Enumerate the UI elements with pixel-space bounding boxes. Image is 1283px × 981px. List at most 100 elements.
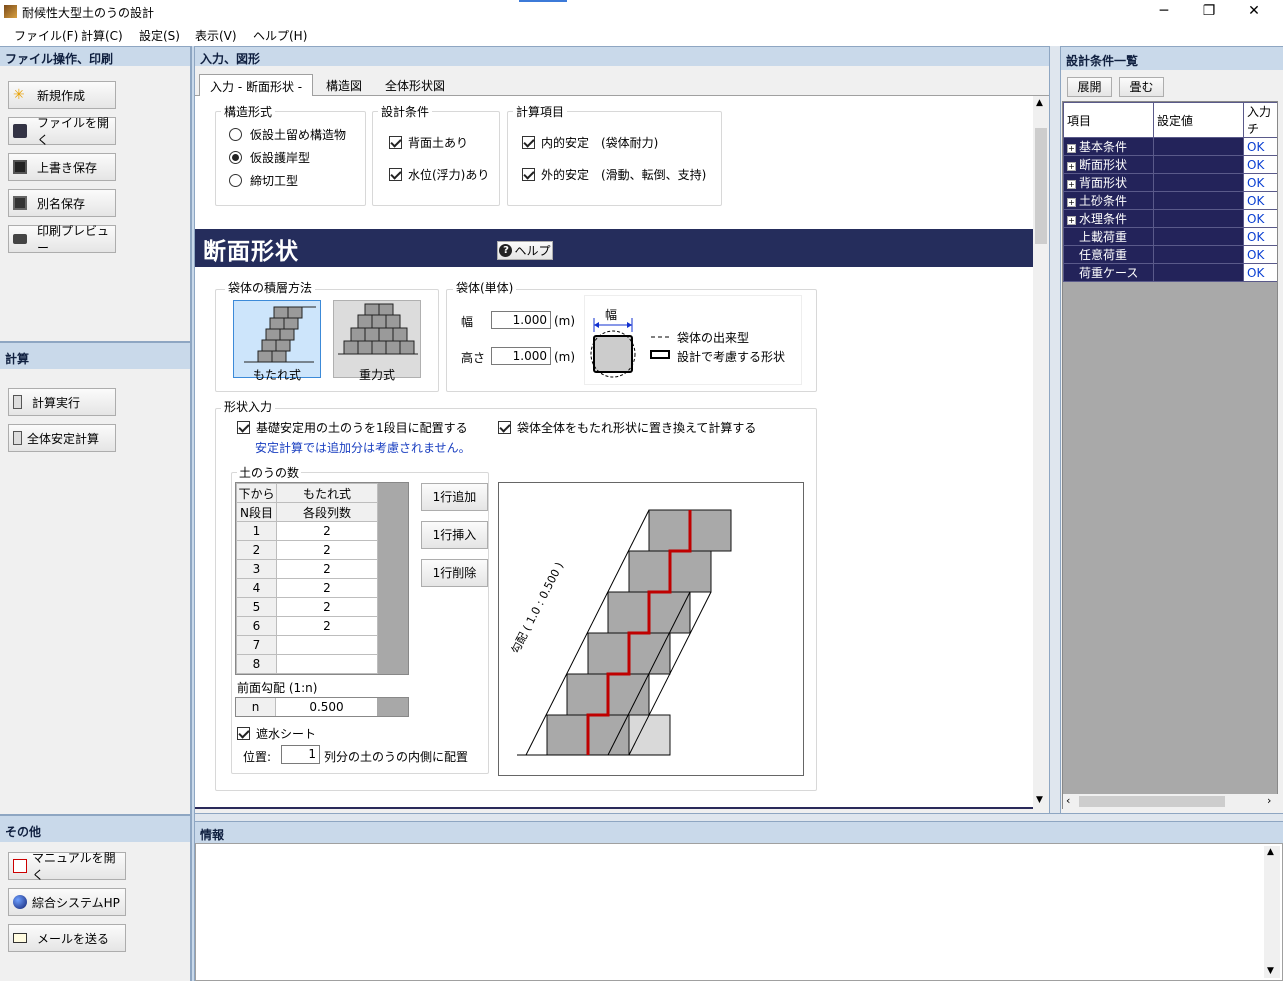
row-count-cell[interactable]: 2 <box>276 521 378 541</box>
scroll-down-icon[interactable]: ▼ <box>1267 966 1274 976</box>
backfill-checkbox[interactable]: 背面土あり <box>389 134 468 151</box>
tree-row-label: 上載荷重 <box>1063 227 1154 246</box>
row-count-cell[interactable]: 2 <box>276 540 378 560</box>
right-hscrollbar[interactable]: ‹ › <box>1063 794 1278 809</box>
tree-row-label: 断面形状 <box>1079 158 1128 172</box>
radio-temp-retaining[interactable]: 仮設土留め構造物 <box>229 126 346 143</box>
tab-overall-shape[interactable]: 全体形状図 <box>375 74 455 95</box>
save-button[interactable]: 上書き保存 <box>8 153 116 181</box>
tree-row[interactable]: + 水理条件 OK <box>1063 209 1277 228</box>
collapse-button[interactable]: 畳む <box>1119 77 1164 97</box>
homepage-button[interactable]: 綜合システムHP <box>8 888 126 916</box>
foundation-note: 安定計算では追加分は考慮されません。 <box>255 441 471 455</box>
checkbox-label: 内的安定 (袋体耐力) <box>541 136 659 150</box>
leaning-stack-icon <box>244 306 316 363</box>
scroll-right-icon[interactable]: › <box>1267 794 1271 807</box>
tree-row-status: OK <box>1243 263 1277 282</box>
leaning-option[interactable]: もたれ式 <box>233 300 321 382</box>
position-input[interactable]: 1 <box>281 745 320 764</box>
tree-expand-icon[interactable]: + <box>1067 198 1076 207</box>
center-scrollbar[interactable]: ▲ ▼ <box>1033 96 1049 809</box>
row-count-cell[interactable]: 2 <box>276 578 378 598</box>
col-check-header: 入力チ <box>1243 102 1277 138</box>
tree-expand-icon[interactable]: + <box>1067 162 1076 171</box>
help-button[interactable]: ? ヘルプ <box>497 241 553 260</box>
external-stability-checkbox[interactable]: 外的安定 (滑動、転倒、支持) <box>522 166 706 183</box>
row-count-cell[interactable]: 2 <box>276 597 378 617</box>
n-input[interactable]: 0.500 <box>276 698 377 716</box>
row-index: 8 <box>236 654 277 674</box>
print-preview-button[interactable]: 印刷プレビュー <box>8 224 116 255</box>
tab-structure-diagram[interactable]: 構造図 <box>316 74 372 95</box>
tree-row[interactable]: + 土砂条件 OK <box>1063 191 1277 210</box>
water-level-checkbox[interactable]: 水位(浮力)あり <box>389 166 489 183</box>
menu-view[interactable]: 表示(V) <box>195 27 237 44</box>
row-count-cell[interactable]: 2 <box>276 559 378 579</box>
width-input[interactable]: 1.000 <box>491 311 551 329</box>
tree-row[interactable]: 荷重ケース OK <box>1063 263 1277 282</box>
global-stability-label: 全体安定計算 <box>27 431 100 446</box>
info-scrollbar[interactable]: ▲ ▼ <box>1264 846 1280 978</box>
tree-row-status: OK <box>1243 209 1277 228</box>
send-mail-button[interactable]: メールを送る <box>8 924 126 952</box>
section-banner <box>195 229 1033 267</box>
tree-row[interactable]: + 背面形状 OK <box>1063 173 1277 192</box>
tree-row[interactable]: + 基本条件 OK <box>1063 137 1277 156</box>
homepage-label: 綜合システムHP <box>32 895 120 910</box>
scroll-thumb[interactable] <box>1035 128 1047 244</box>
row-count-cell[interactable] <box>276 635 378 655</box>
scroll-down-icon[interactable]: ▼ <box>1036 795 1043 805</box>
radio-cofferdam[interactable]: 締切工型 <box>229 172 298 189</box>
menu-file[interactable]: ファイル(F) <box>14 27 78 44</box>
tab-section-input[interactable]: 入力 - 断面形状 - <box>199 74 314 96</box>
radio-temp-revetment[interactable]: 仮設護岸型 <box>229 149 310 166</box>
menu-help[interactable]: ヘルプ(H) <box>253 27 307 44</box>
bottom-splitter[interactable] <box>195 813 1283 821</box>
foundation-bag-checkbox[interactable]: 基礎安定用の土のうを1段目に配置する <box>237 419 468 436</box>
checkbox-box <box>389 136 402 149</box>
open-manual-button[interactable]: マニュアルを開く <box>8 851 126 882</box>
tree-row[interactable]: 上載荷重 OK <box>1063 227 1277 246</box>
add-row-button[interactable]: 1行追加 <box>421 483 488 511</box>
open-file-button[interactable]: ファイルを開く <box>8 116 116 147</box>
scroll-left-icon[interactable]: ‹ <box>1066 794 1070 807</box>
row-count-cell[interactable]: 2 <box>276 616 378 636</box>
design-list-header: 設計条件一覧 <box>1061 46 1283 70</box>
gravity-option[interactable]: 重力式 <box>333 300 421 382</box>
run-calc-button[interactable]: 計算実行 <box>8 388 116 416</box>
position-label: 位置: <box>243 750 272 764</box>
right-splitter[interactable] <box>1049 46 1061 813</box>
scroll-up-icon[interactable]: ▲ <box>1267 847 1274 857</box>
calc-items-title: 計算項目 <box>513 103 568 120</box>
delete-row-button[interactable]: 1行削除 <box>421 559 488 587</box>
height-input[interactable]: 1.000 <box>491 347 551 365</box>
row-count-cell[interactable] <box>276 654 378 674</box>
global-stability-button[interactable]: 全体安定計算 <box>8 424 116 452</box>
minimize-button[interactable]: ─ <box>1141 0 1187 24</box>
replace-leaning-checkbox[interactable]: 袋体全体をもたれ形状に置き換えて計算する <box>498 419 756 436</box>
internal-stability-checkbox[interactable]: 内的安定 (袋体耐力) <box>522 134 658 151</box>
hscroll-thumb[interactable] <box>1079 796 1225 807</box>
open-manual-label: マニュアルを開く <box>32 851 116 882</box>
checkbox-label: 基礎安定用の土のうを1段目に配置する <box>256 421 468 435</box>
slope-table: n 0.500 <box>235 697 409 717</box>
tree-row[interactable]: 任意荷重 OK <box>1063 245 1277 264</box>
app-icon <box>4 5 17 18</box>
menu-calc[interactable]: 計算(C) <box>81 27 123 44</box>
input-panel-header: 入力、図形 <box>195 46 1049 66</box>
tree-expand-icon[interactable]: + <box>1067 216 1076 225</box>
close-button[interactable]: ✕ <box>1231 0 1277 24</box>
design-list-table: 項目 設定値 入力チ + 基本条件 OK + 断面形状 OK + 背面形状 OK + 土砂条件 OK… <box>1063 102 1277 282</box>
save-as-label: 別名保存 <box>37 196 86 211</box>
save-as-button[interactable]: 別名保存 <box>8 189 116 217</box>
restore-button[interactable]: ❐ <box>1186 0 1232 24</box>
tree-row[interactable]: + 断面形状 OK <box>1063 155 1277 174</box>
menu-settings[interactable]: 設定(S) <box>139 27 180 44</box>
new-button[interactable]: ✳ 新規作成 <box>8 81 116 109</box>
scroll-up-icon[interactable]: ▲ <box>1036 98 1043 108</box>
waterproof-sheet-checkbox[interactable]: 遮水シート <box>237 725 316 742</box>
insert-row-button[interactable]: 1行挿入 <box>421 521 488 549</box>
expand-button[interactable]: 展開 <box>1067 77 1112 97</box>
tree-expand-icon[interactable]: + <box>1067 180 1076 189</box>
tree-expand-icon[interactable]: + <box>1067 144 1076 153</box>
